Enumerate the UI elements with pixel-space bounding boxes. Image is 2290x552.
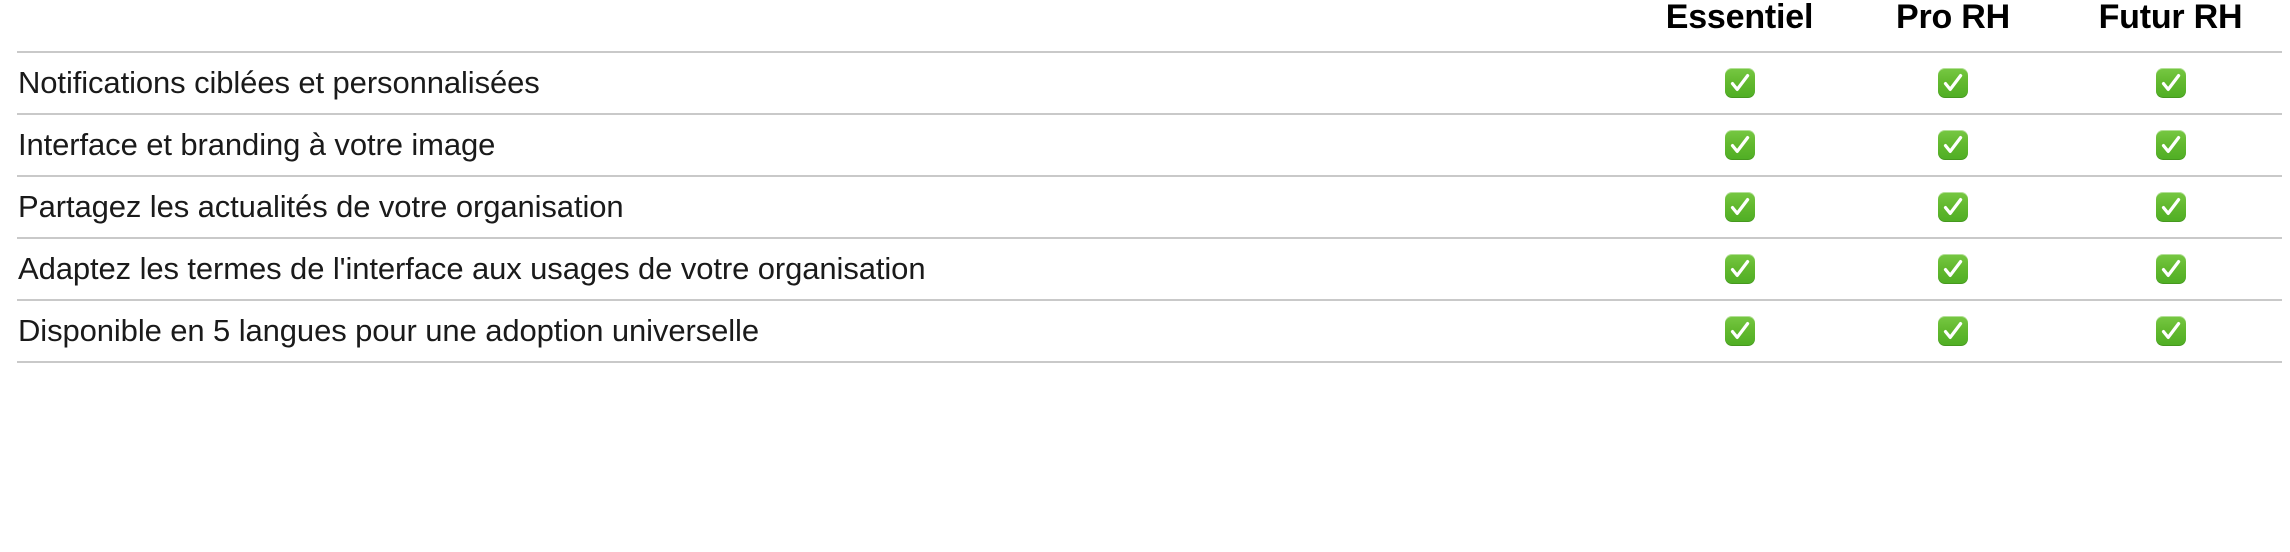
check-mark-button-icon (1938, 68, 1968, 98)
feature-label: Adaptez les termes de l'interface aux us… (18, 251, 926, 287)
feature-label: Interface et branding à votre image (18, 127, 496, 163)
feature-label: Disponible en 5 langues pour une adoptio… (18, 313, 759, 349)
cell-pro-rh (1847, 238, 2059, 300)
check-mark-button-icon (1938, 192, 1968, 222)
check-mark-button-icon (1938, 254, 1968, 284)
cell-essentiel (1632, 114, 1847, 176)
cell-futur-rh (2059, 114, 2282, 176)
check-mark-button-icon (2155, 130, 2186, 160)
plan-column-header-futur-rh: Futur RH (2098, 0, 2243, 36)
table-row: Notifications ciblées et personnalisées (17, 52, 2282, 114)
plan-column-header-essentiel: Essentiel (1665, 0, 1814, 36)
cell-pro-rh (1847, 300, 2059, 362)
table-row: Disponible en 5 langues pour une adoptio… (17, 300, 2282, 362)
cell-essentiel (1632, 176, 1847, 238)
plan-column-header-pro-rh: Pro RH (1895, 0, 2011, 36)
cell-essentiel (1632, 238, 1847, 300)
cell-futur-rh (2059, 238, 2282, 300)
check-mark-button-icon (2155, 316, 2186, 346)
feature-column-header (17, 0, 1632, 52)
check-mark-button-icon (1938, 316, 1968, 346)
feature-label: Notifications ciblées et personnalisées (18, 65, 540, 101)
header-row: Essentiel Pro RH Futur RH (17, 0, 2282, 52)
cell-essentiel (1632, 52, 1847, 114)
table-row: Interface et branding à votre image (17, 114, 2282, 176)
cell-pro-rh (1847, 176, 2059, 238)
check-mark-button-icon (1938, 130, 1968, 160)
cell-pro-rh (1847, 52, 2059, 114)
cell-futur-rh (2059, 176, 2282, 238)
table-row: Adaptez les termes de l'interface aux us… (17, 238, 2282, 300)
cell-futur-rh (2059, 52, 2282, 114)
table-header: Essentiel Pro RH Futur RH (17, 0, 2282, 52)
table-row: Partagez les actualités de votre organis… (17, 176, 2282, 238)
check-mark-button-icon (2155, 254, 2186, 284)
feature-comparison-table: Essentiel Pro RH Futur RH Notifications … (0, 0, 2290, 363)
cell-futur-rh (2059, 300, 2282, 362)
check-mark-button-icon (2155, 192, 2186, 222)
check-mark-button-icon (1724, 68, 1755, 98)
check-mark-button-icon (1724, 192, 1755, 222)
cell-pro-rh (1847, 114, 2059, 176)
cell-essentiel (1632, 300, 1847, 362)
table-body: Notifications ciblées et personnalisées (17, 52, 2282, 362)
check-mark-button-icon (2155, 68, 2186, 98)
feature-label: Partagez les actualités de votre organis… (18, 189, 624, 225)
plan-comparison-grid: Essentiel Pro RH Futur RH Notifications … (17, 0, 2282, 363)
check-mark-button-icon (1724, 130, 1755, 160)
check-mark-button-icon (1724, 254, 1755, 284)
check-mark-button-icon (1724, 316, 1755, 346)
